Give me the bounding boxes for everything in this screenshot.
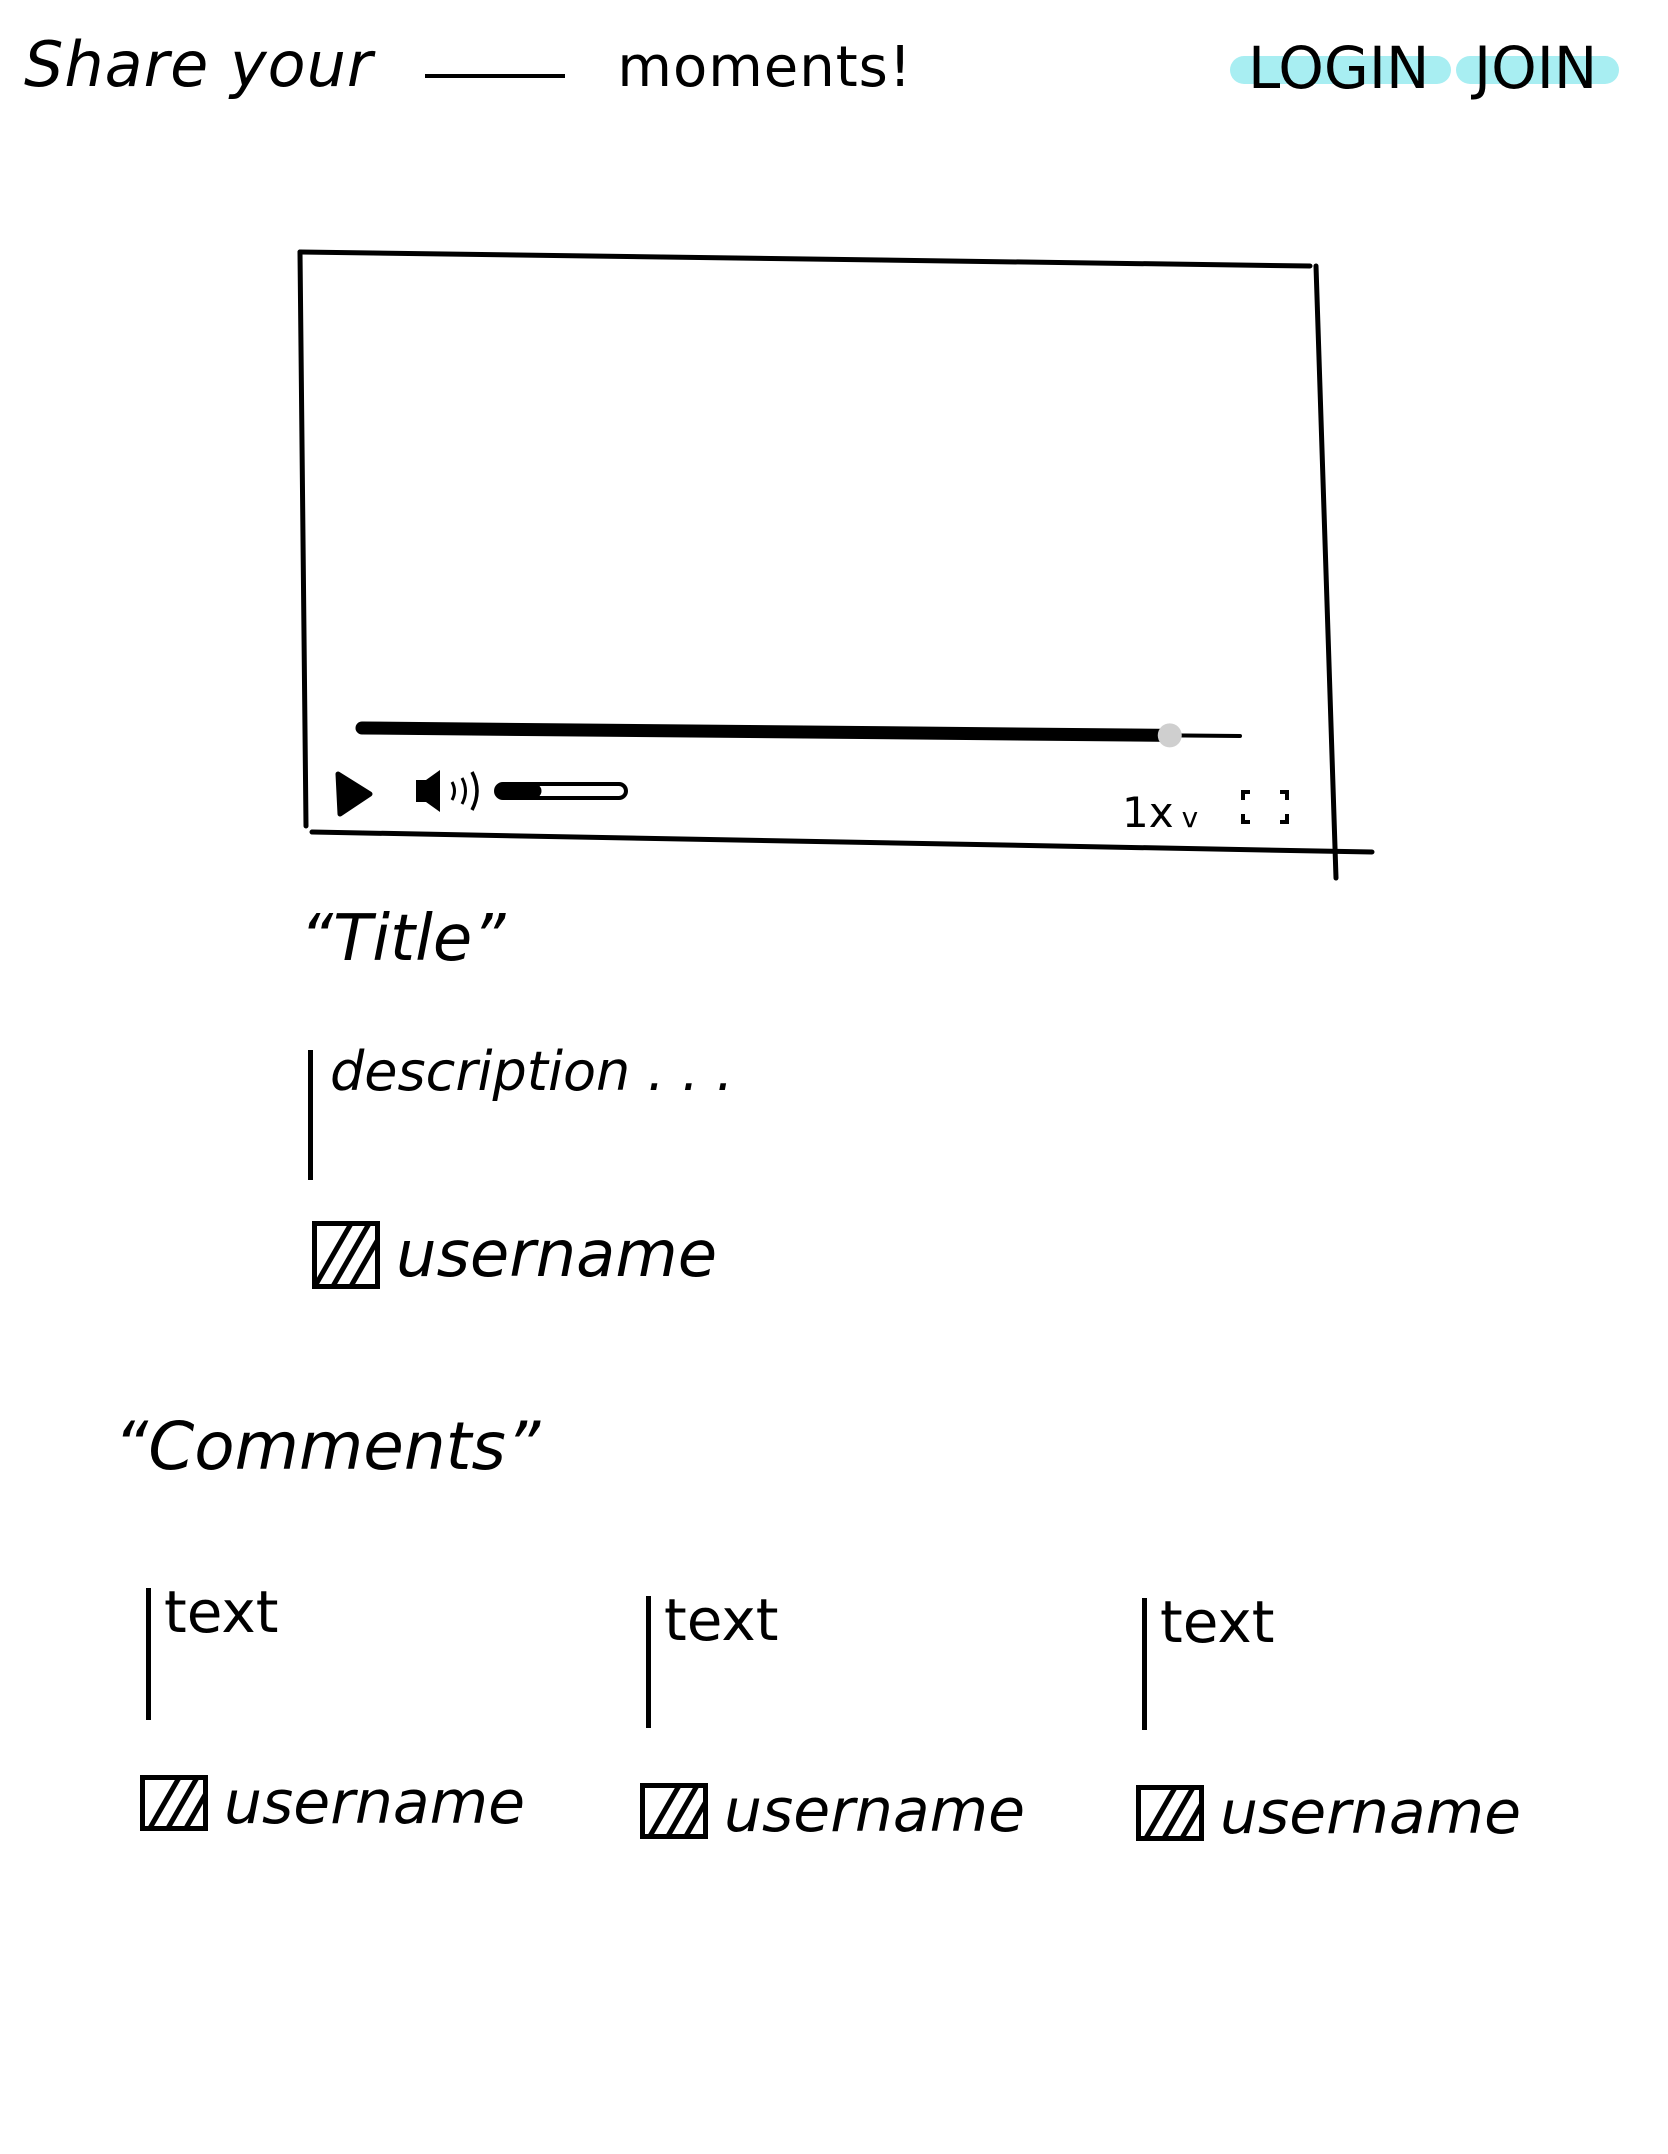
comment-quote-bar <box>1142 1598 1147 1730</box>
avatar <box>312 1221 380 1289</box>
speed-label: 1x <box>1122 788 1174 837</box>
join-label: JOIN <box>1474 34 1598 102</box>
comment-author[interactable]: username <box>1136 1778 1521 1848</box>
login-label: LOGIN <box>1248 34 1430 102</box>
post-title: “Title” <box>300 902 506 976</box>
post-author-username: username <box>396 1218 718 1292</box>
avatar <box>140 1775 208 1831</box>
site-tagline: Share your moments! <box>24 28 912 101</box>
chevron-down-icon: v <box>1181 801 1199 834</box>
play-icon[interactable] <box>335 771 373 817</box>
comment-quote-bar <box>146 1588 151 1720</box>
avatar <box>1136 1785 1204 1841</box>
tagline-end: moments! <box>617 35 913 100</box>
comments-heading: “Comments” <box>114 1408 541 1485</box>
speaker-icon[interactable] <box>416 770 479 812</box>
comment-text: text <box>164 1578 279 1646</box>
comment-author[interactable]: username <box>140 1768 525 1838</box>
volume-slider[interactable] <box>494 782 628 800</box>
comment-username: username <box>1220 1778 1522 1848</box>
tagline-start: Share your <box>24 28 374 101</box>
description-quote-bar <box>308 1050 313 1180</box>
avatar <box>640 1783 708 1839</box>
post-author[interactable]: username <box>312 1218 717 1292</box>
video-player[interactable]: 1x v <box>296 248 1375 881</box>
playback-speed-dropdown[interactable]: 1x v <box>1122 788 1198 837</box>
progress-bar[interactable] <box>355 721 1242 748</box>
fullscreen-button[interactable] <box>1240 788 1290 826</box>
progress-thumb[interactable] <box>1157 723 1182 748</box>
login-link[interactable]: LOGIN <box>1230 34 1452 102</box>
join-link[interactable]: JOIN <box>1456 34 1620 102</box>
comment-text: text <box>1160 1588 1275 1656</box>
comment-author[interactable]: username <box>640 1776 1025 1846</box>
post-description: description . . . <box>330 1040 734 1103</box>
tagline-blank <box>425 74 566 78</box>
fullscreen-icon <box>1241 790 1289 824</box>
comment-username: username <box>724 1776 1026 1846</box>
comment-username: username <box>224 1768 526 1838</box>
comment-quote-bar <box>646 1596 651 1728</box>
comment-text: text <box>664 1586 779 1654</box>
video-frame-outline <box>297 249 1375 881</box>
